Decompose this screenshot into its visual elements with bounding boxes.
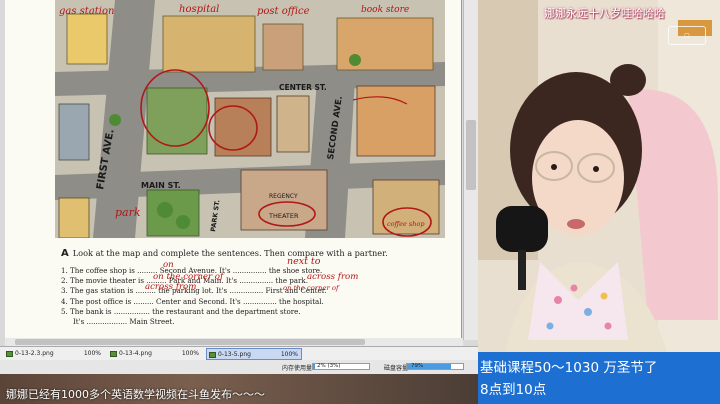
hw-answer-across-from-2: across from (145, 282, 197, 293)
image-file-icon (209, 352, 216, 358)
horizontal-scrollbar[interactable] (5, 338, 463, 346)
exercise-section: A Look at the map and complete the senten… (61, 248, 461, 327)
memory-value: 2% (3%) (317, 363, 341, 369)
thumbnail-name: 0-13-4.png (119, 350, 152, 357)
thumbnail-name: 0-13-2.3.png (15, 350, 54, 357)
hw-answer-on: on (163, 260, 174, 270)
thumbnail-zoom: 100% (83, 350, 101, 357)
hw-book-store: book store (361, 5, 409, 15)
textbook-page: FIRST AVE. MAIN ST. CENTER ST. SECOND AV… (5, 0, 462, 340)
status-bar: 内存使用量 2% (3%) 磁盘容量 79% (0, 360, 478, 374)
hw-coffee-shop: coffee shop (387, 220, 425, 228)
exercise-line-3: 3. The gas station is ......... the park… (61, 282, 339, 296)
vertical-scrollbar[interactable] (463, 0, 478, 340)
promo-banner: 基础课程50～1030 万圣节了 8点到10点 (478, 352, 720, 404)
exercise-line-5: 5. The bank is ................ the rest… (61, 306, 301, 316)
exercise-letter: A (61, 248, 69, 259)
thumbnail-strip: 0-13-2.3.png 100% 0-13-4.png 100% 0-13-5… (0, 346, 478, 361)
hw-answer-next-to: next to (287, 256, 321, 267)
hw-park: park (115, 206, 141, 219)
vertical-scroll-thumb[interactable] (466, 120, 476, 190)
exercise-line-1: 1. The coffee shop is ......... Second A… (61, 256, 323, 275)
thumbnail-tab-2[interactable]: 0-13-4.png 100% (108, 348, 202, 360)
horizontal-scroll-thumb[interactable] (15, 339, 365, 345)
thumbnail-tab-1[interactable]: 0-13-2.3.png 100% (4, 348, 104, 360)
scrolling-caption: 娜娜已经有1000多个英语数学视频在斗鱼发布～～～ (6, 388, 265, 401)
memory-meter: 2% (3%) (312, 363, 370, 370)
disk-meter: 79% (406, 363, 464, 370)
hw-answer-across-from: across from (307, 272, 359, 283)
theater-building (240, 169, 328, 231)
promo-line-1: 基础课程50～1030 万圣节了 (480, 360, 658, 376)
park-building (146, 87, 208, 155)
memory-meter-fill (313, 364, 315, 369)
label-center-st: CENTER ST. (279, 83, 327, 92)
hw-answer-on-the-corner-2: on the corner of (283, 284, 339, 293)
memory-label: 内存使用量 (282, 365, 313, 372)
image-file-icon (6, 351, 13, 357)
label-theater: THEATER (268, 212, 299, 220)
stream-title: 娜娜永远十八岁哇哈哈哈 (544, 7, 665, 20)
exercise-heading-text: Look at the map and complete the sentenc… (72, 248, 388, 258)
streamer-video (478, 0, 720, 404)
webcam-view: 娜娜永远十八岁哇哈哈哈 ▢ (478, 0, 720, 404)
exercise-heading: A Look at the map and complete the senten… (61, 248, 461, 259)
bottom-strip: 娜娜已经有1000多个英语数学视频在斗鱼发布～～～ (0, 374, 478, 404)
exercise-line-6: It's .................. Main Street. (73, 317, 175, 327)
label-main-st: MAIN ST. (141, 181, 181, 190)
hw-gas-station: gas station (59, 6, 114, 17)
hw-hospital: hospital (179, 4, 219, 15)
exercise-line-2: 2. The movie theater is ......... Park a… (61, 272, 359, 286)
post-office-building (262, 23, 304, 71)
promo-line-2: 8点到10点 (480, 382, 547, 398)
image-viewer: FIRST AVE. MAIN ST. CENTER ST. SECOND AV… (0, 0, 478, 346)
hw-answer-on-the-corner: on the corner of (153, 272, 224, 283)
disk-label: 磁盘容量 (384, 365, 409, 372)
hospital-building (162, 15, 256, 73)
label-regency: REGENCY (269, 193, 298, 200)
hw-post-office: post office (257, 6, 310, 17)
city-map: FIRST AVE. MAIN ST. CENTER ST. SECOND AV… (55, 0, 445, 238)
thumbnail-name: 0-13-5.png (218, 351, 251, 358)
disk-value: 79% (411, 363, 424, 369)
thumbnail-zoom: 100% (181, 350, 199, 357)
thumbnail-tab-3[interactable]: 0-13-5.png 100% (206, 348, 302, 360)
platform-logo-icon: ▢ (668, 26, 706, 45)
exercise-line-4: 4. The post office is ......... Center a… (61, 296, 324, 306)
image-file-icon (110, 351, 117, 357)
